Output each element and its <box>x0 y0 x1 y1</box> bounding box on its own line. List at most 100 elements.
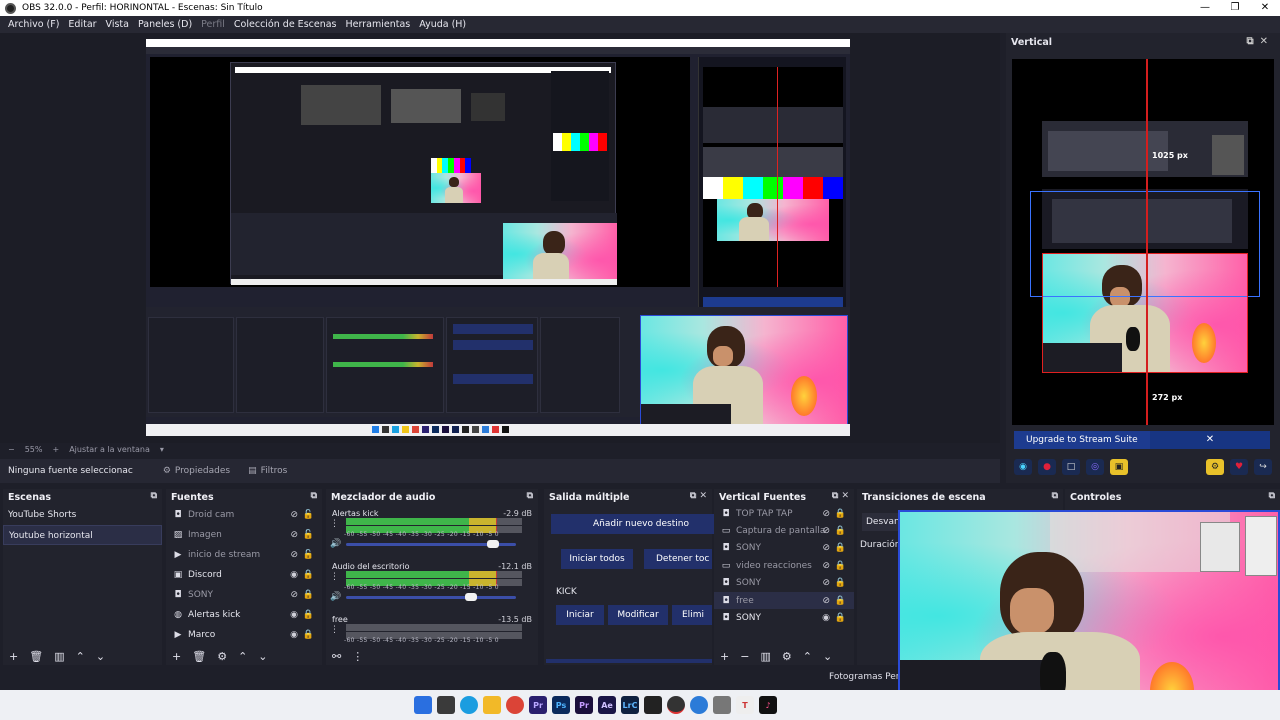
eye-icon[interactable]: ◉ <box>290 570 298 580</box>
stream-icon[interactable]: ◉ <box>1014 459 1032 475</box>
source-item[interactable]: ◘ Droid cam ⊘ 🔓 <box>166 505 322 525</box>
source-item[interactable]: ◘ SONY ⊘ 🔒 <box>166 585 322 605</box>
vertical-source-item[interactable]: ◘ SONY ◉ 🔒 <box>714 609 854 626</box>
eye-hidden-icon[interactable]: ⊘ <box>822 543 830 553</box>
obs-icon[interactable] <box>667 696 685 714</box>
add-icon[interactable]: + <box>720 650 729 663</box>
tiktok-icon[interactable]: ♪ <box>759 696 777 714</box>
gear-icon[interactable]: ⚙ <box>217 650 227 663</box>
dock-float-close-icons[interactable]: ⧉✕ <box>1246 36 1274 47</box>
trash-icon[interactable]: 🗑 <box>29 650 43 663</box>
windows-start-icon[interactable] <box>414 696 432 714</box>
lock-icon[interactable]: 🔒 <box>835 613 846 623</box>
kebab-menu-icon[interactable]: ⋮ <box>352 650 363 663</box>
source-item[interactable]: ▶ inicio de stream ⊘ 🔓 <box>166 545 322 565</box>
unlock-icon[interactable]: 🔓 <box>303 550 314 560</box>
source-item[interactable]: ◍ Alertas kick ◉ 🔒 <box>166 605 322 625</box>
lock-icon[interactable]: 🔒 <box>835 526 846 536</box>
zoom-dropdown-arrow[interactable]: ▾ <box>160 445 164 454</box>
dock-float-icon[interactable]: ⧉ <box>151 491 157 501</box>
add-destination-button[interactable]: Añadir nuevo destino <box>551 514 731 534</box>
minus-icon[interactable]: − <box>740 650 749 663</box>
menu-scene-collection[interactable]: Colección de Escenas <box>234 19 337 30</box>
typora-icon[interactable]: T <box>736 696 754 714</box>
lock-icon[interactable]: 🔒 <box>303 570 314 580</box>
kebab-menu-icon[interactable]: ⋮ <box>330 572 339 582</box>
properties-button[interactable]: ⚙ Propiedades <box>163 466 230 476</box>
eye-hidden-icon[interactable]: ⊘ <box>822 509 830 519</box>
filters-button[interactable]: ▤ Filtros <box>248 466 287 476</box>
modify-button[interactable]: Modificar <box>608 605 668 625</box>
lightroom-icon[interactable]: LrC <box>621 696 639 714</box>
eye-hidden-icon[interactable]: ⊘ <box>290 590 298 600</box>
source-item[interactable]: ▶ Marco ◉ 🔒 <box>166 625 322 645</box>
chevron-up-icon[interactable]: ⌃ <box>76 650 85 663</box>
file-explorer-icon[interactable] <box>437 696 455 714</box>
menu-view[interactable]: Vista <box>106 19 129 30</box>
lock-icon[interactable]: 🔒 <box>835 509 846 519</box>
maximize-button[interactable]: ❐ <box>1220 0 1250 16</box>
chevron-up-icon[interactable]: ⌃ <box>238 650 247 663</box>
unlock-icon[interactable]: 🔓 <box>303 510 314 520</box>
lock-icon[interactable]: 🔒 <box>835 578 846 588</box>
volume-slider-knob[interactable] <box>465 593 477 601</box>
menu-help[interactable]: Ayuda (H) <box>419 19 466 30</box>
dock-float-close-icons[interactable]: ⧉ ✕ <box>690 491 707 501</box>
chrome-icon[interactable] <box>506 696 524 714</box>
vertical-source-item-hovered[interactable]: ◘ free ⊘ 🔒 <box>714 591 854 610</box>
dock-float-icon[interactable]: ⧉ <box>527 491 533 501</box>
gear-icon[interactable]: ⚙ <box>782 650 792 663</box>
zoom-out-button[interactable]: − <box>8 445 15 454</box>
edge-dev-icon[interactable] <box>690 696 708 714</box>
menu-tools[interactable]: Herramientas <box>346 19 411 30</box>
share-icon[interactable]: ↪ <box>1254 459 1272 475</box>
scroll-indicator[interactable] <box>546 659 712 663</box>
lock-icon[interactable]: 🔒 <box>835 561 846 571</box>
settings-icon[interactable]: ⚙ <box>1206 459 1224 475</box>
chevron-down-icon[interactable]: ⌄ <box>258 650 267 663</box>
eye-hidden-icon[interactable]: ⊘ <box>290 530 298 540</box>
volume-slider[interactable] <box>346 540 516 548</box>
close-window-button[interactable]: ✕ <box>1250 0 1280 16</box>
after-effects-icon[interactable]: Ae <box>598 696 616 714</box>
speaker-icon[interactable]: 🔊 <box>330 592 341 602</box>
menu-docks[interactable]: Paneles (D) <box>138 19 192 30</box>
folder-icon[interactable] <box>483 696 501 714</box>
eye-hidden-icon[interactable]: ⊘ <box>822 578 830 588</box>
link-icon[interactable]: ⚯ <box>332 650 341 663</box>
capcut-icon[interactable] <box>644 696 662 714</box>
vertical-source-item[interactable]: ▭ Captura de pantalla ⊘ 🔒 <box>714 522 854 539</box>
filter-icon[interactable]: ▥ <box>54 650 64 663</box>
upgrade-close-button[interactable]: ✕ <box>1150 431 1270 449</box>
volume-slider[interactable] <box>346 593 516 601</box>
premiere-pro-icon[interactable]: Pr <box>575 696 593 714</box>
dock-float-icon[interactable]: ⧉ <box>1269 491 1275 501</box>
speaker-icon[interactable]: 🔊 <box>330 539 341 549</box>
dock-float-close-icons[interactable]: ⧉ ✕ <box>832 491 849 501</box>
volume-slider-knob[interactable] <box>487 540 500 548</box>
heart-icon[interactable]: ♥ <box>1230 459 1248 475</box>
menu-edit[interactable]: Editar <box>68 19 96 30</box>
lock-icon[interactable]: 🔒 <box>835 596 846 606</box>
add-icon[interactable]: + <box>9 650 18 663</box>
add-icon[interactable]: + <box>172 650 181 663</box>
vertical-source-item[interactable]: ◘ TOP TAP TAP ⊘ 🔒 <box>714 505 854 522</box>
photoshop-icon[interactable]: Ps <box>552 696 570 714</box>
chevron-down-icon[interactable]: ⌄ <box>96 650 105 663</box>
eye-hidden-icon[interactable]: ⊘ <box>290 510 298 520</box>
dock-float-icon[interactable]: ⧉ <box>1052 491 1058 501</box>
chevron-up-icon[interactable]: ⌃ <box>803 650 812 663</box>
stop-all-button[interactable]: Detener toc <box>644 549 712 569</box>
eye-icon[interactable]: ◉ <box>290 610 298 620</box>
eye-icon[interactable]: ◉ <box>822 613 830 623</box>
edge-icon[interactable] <box>460 696 478 714</box>
minimize-button[interactable]: — <box>1190 0 1220 16</box>
lock-icon[interactable]: 🔒 <box>303 610 314 620</box>
stop-square-icon[interactable]: □ <box>1062 459 1080 475</box>
screen-icon[interactable]: ▣ <box>1110 459 1128 475</box>
record-icon[interactable]: ● <box>1038 459 1056 475</box>
replay-icon[interactable]: ◎ <box>1086 459 1104 475</box>
menu-file[interactable]: Archivo (F) <box>8 19 59 30</box>
vertical-canvas[interactable]: 1025 px 272 px <box>1012 59 1274 425</box>
start-button[interactable]: Iniciar <box>556 605 604 625</box>
